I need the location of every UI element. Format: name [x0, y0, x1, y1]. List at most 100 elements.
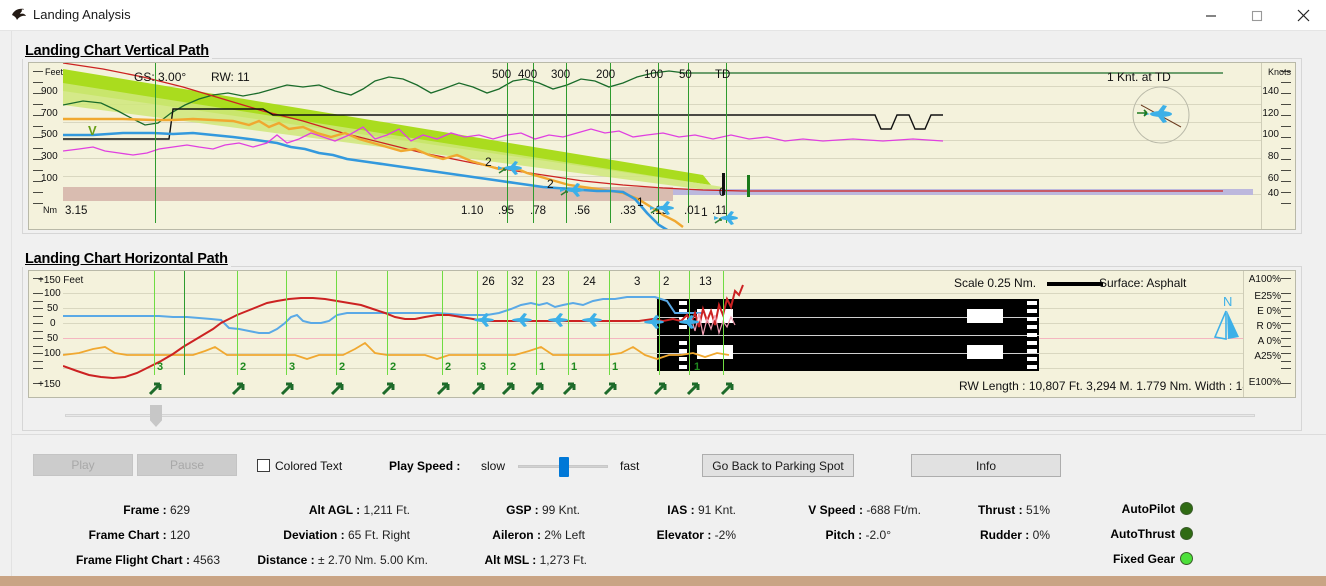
readout-alt-agl: Alt AGL : 1,211 Ft.: [230, 503, 410, 517]
v-bot-marker-0: 1.10: [461, 205, 484, 217]
v-nm-value: 3.15: [65, 205, 88, 217]
wind-marker-5: 2: [445, 361, 452, 373]
touchdown-attitude-indicator: [1132, 86, 1190, 144]
readout-frame-chart-label: Frame Chart :: [88, 528, 167, 542]
h-top-marker-0: 26: [482, 276, 495, 288]
close-button[interactable]: [1280, 0, 1326, 31]
readout-elevator: Elevator : -2%: [585, 528, 736, 542]
readout-gsp: GSP : 99 Knt.: [440, 503, 580, 517]
v-bot-marker-4: .33: [620, 205, 636, 217]
minimize-button[interactable]: [1188, 0, 1234, 31]
h-top-marker-3: 24: [583, 276, 596, 288]
readout-elevator-value: -2%: [714, 528, 736, 542]
vertical-path-chart[interactable]: 500 400 300 200 100 50 TD 1.10 .95 .78 .…: [28, 62, 1296, 230]
v-top-marker-2: 300: [551, 69, 571, 81]
colored-text-label[interactable]: Colored Text: [275, 459, 342, 473]
h-left-tick-4: 100: [44, 348, 61, 359]
window-left-edge: [0, 31, 12, 576]
readout-thrust-label: Thrust :: [977, 503, 1023, 517]
aircraft-icon-3: [650, 201, 674, 215]
readout-v-speed: V Speed : -688 Ft/m.: [760, 503, 921, 517]
go-back-to-parking-spot-button[interactable]: Go Back to Parking Spot: [702, 454, 854, 477]
info-button[interactable]: Info: [911, 454, 1061, 477]
h-aircraft-icon-1: [474, 313, 494, 327]
aircraft-icon-2: [560, 183, 584, 197]
play-speed-label: Play Speed :: [389, 459, 461, 473]
surface-label: Surface: Asphalt: [1099, 276, 1187, 290]
readout-gsp-label: GSP :: [506, 503, 539, 517]
readout-gsp-value: 99 Knt.: [541, 503, 580, 517]
horizontal-path-chart[interactable]: 26 3 2 23 24 3 2 13 3 2 3 2 2 2 3 2 1 1 1…: [28, 270, 1296, 398]
v-right-tick-3: 80: [1267, 151, 1279, 162]
v-bot-marker-6: .01: [684, 205, 700, 217]
h-left-tick-1: 50: [47, 303, 59, 314]
vertical-marker-500: [507, 63, 508, 223]
h-right-tick-1: E25%: [1254, 291, 1281, 302]
v-right-tick-5: 40: [1267, 188, 1279, 199]
scale-bar: [1047, 282, 1103, 286]
app-icon: [12, 8, 26, 20]
readout-alt-msl-value: 1,273 Ft.: [539, 553, 587, 567]
v-bot-marker-1: .95: [498, 205, 514, 217]
readout-distance-label: Distance :: [257, 553, 315, 567]
v-top-marker-5: 50: [679, 69, 692, 81]
compass-n-label: N: [1223, 294, 1232, 309]
wind-marker-11: 1: [694, 361, 701, 373]
v-bot-marker-3: .56: [574, 205, 590, 217]
vertical-marker-200: [610, 63, 611, 223]
readout-frame: Frame : 629: [60, 503, 190, 517]
readout-aileron-label: Aileron :: [492, 528, 541, 542]
autopilot-indicator: [1180, 502, 1193, 515]
wind-marker-2: 3: [289, 361, 296, 373]
v-aircraft-flag-0: 2: [485, 155, 492, 169]
v-left-tick-1: 700: [41, 108, 58, 119]
v-right-tick-2: 100: [1262, 129, 1279, 140]
h-right-tick-3: R 0%: [1256, 321, 1281, 332]
h-aircraft-icon-3: [548, 313, 568, 327]
h-aircraft-icon-6: [679, 315, 699, 329]
v-left-tick-0: 900: [41, 86, 58, 97]
title-bar: Landing Analysis: [0, 0, 1326, 31]
v-left-tick-4: 100: [41, 173, 58, 184]
wind-marker-9: 1: [571, 361, 578, 373]
readout-ias: IAS : 91 Knt.: [600, 503, 736, 517]
readout-aileron: Aileron : 2% Left: [430, 528, 585, 542]
h-top-marker-6: 13: [699, 276, 712, 288]
colored-text-checkbox[interactable]: [257, 459, 270, 472]
h-aircraft-icon-4: [582, 313, 602, 327]
wind-marker-3: 2: [339, 361, 346, 373]
fixed-gear-label: Fixed Gear: [1112, 552, 1175, 566]
readout-alt-agl-label: Alt AGL :: [308, 503, 361, 517]
pause-button[interactable]: Pause: [137, 454, 237, 476]
play-button[interactable]: Play: [33, 454, 133, 476]
h-top-marker-4: 3: [634, 276, 641, 288]
timeline-scrollbar-track[interactable]: [65, 414, 1255, 417]
v-right-tick-0: 140: [1262, 86, 1279, 97]
v-bot-marker-2: .78: [530, 205, 546, 217]
maximize-button[interactable]: [1234, 0, 1280, 31]
desktop-background-strip: [0, 576, 1326, 586]
v-nm-label: Nm: [43, 205, 57, 215]
readout-thrust: Thrust : 51%: [930, 503, 1050, 517]
wind-marker-8: 1: [539, 361, 546, 373]
h-right-tick-0: A100%: [1248, 274, 1281, 285]
h-right-tick-2: E 0%: [1257, 306, 1281, 317]
readout-frame-chart: Frame Chart : 120: [45, 528, 190, 542]
v-top-marker-1: 400: [518, 69, 538, 81]
h-top-marker-2: 23: [542, 276, 555, 288]
readout-rudder-label: Rudder :: [979, 528, 1030, 542]
readout-deviation-value: 65 Ft. Right: [347, 528, 410, 542]
readout-alt-msl: Alt MSL : 1,273 Ft.: [420, 553, 588, 567]
h-right-tick-4: A 0%: [1257, 336, 1281, 347]
readout-frame-label: Frame :: [123, 503, 167, 517]
aircraft-icon-1: [498, 161, 522, 175]
readout-deviation-label: Deviation :: [283, 528, 345, 542]
play-speed-slider-thumb[interactable]: [559, 457, 569, 477]
readout-alt-msl-label: Alt MSL :: [484, 553, 537, 567]
v-right-tick-4: 60: [1267, 173, 1279, 184]
readout-aileron-value: 2% Left: [544, 528, 585, 542]
vertical-marker-gs: [155, 63, 156, 223]
h-right-tick-5: A25%: [1254, 351, 1281, 362]
readout-v-speed-value: -688 Ft/m.: [866, 503, 921, 517]
v-aircraft-flag-2: 1: [637, 195, 644, 209]
